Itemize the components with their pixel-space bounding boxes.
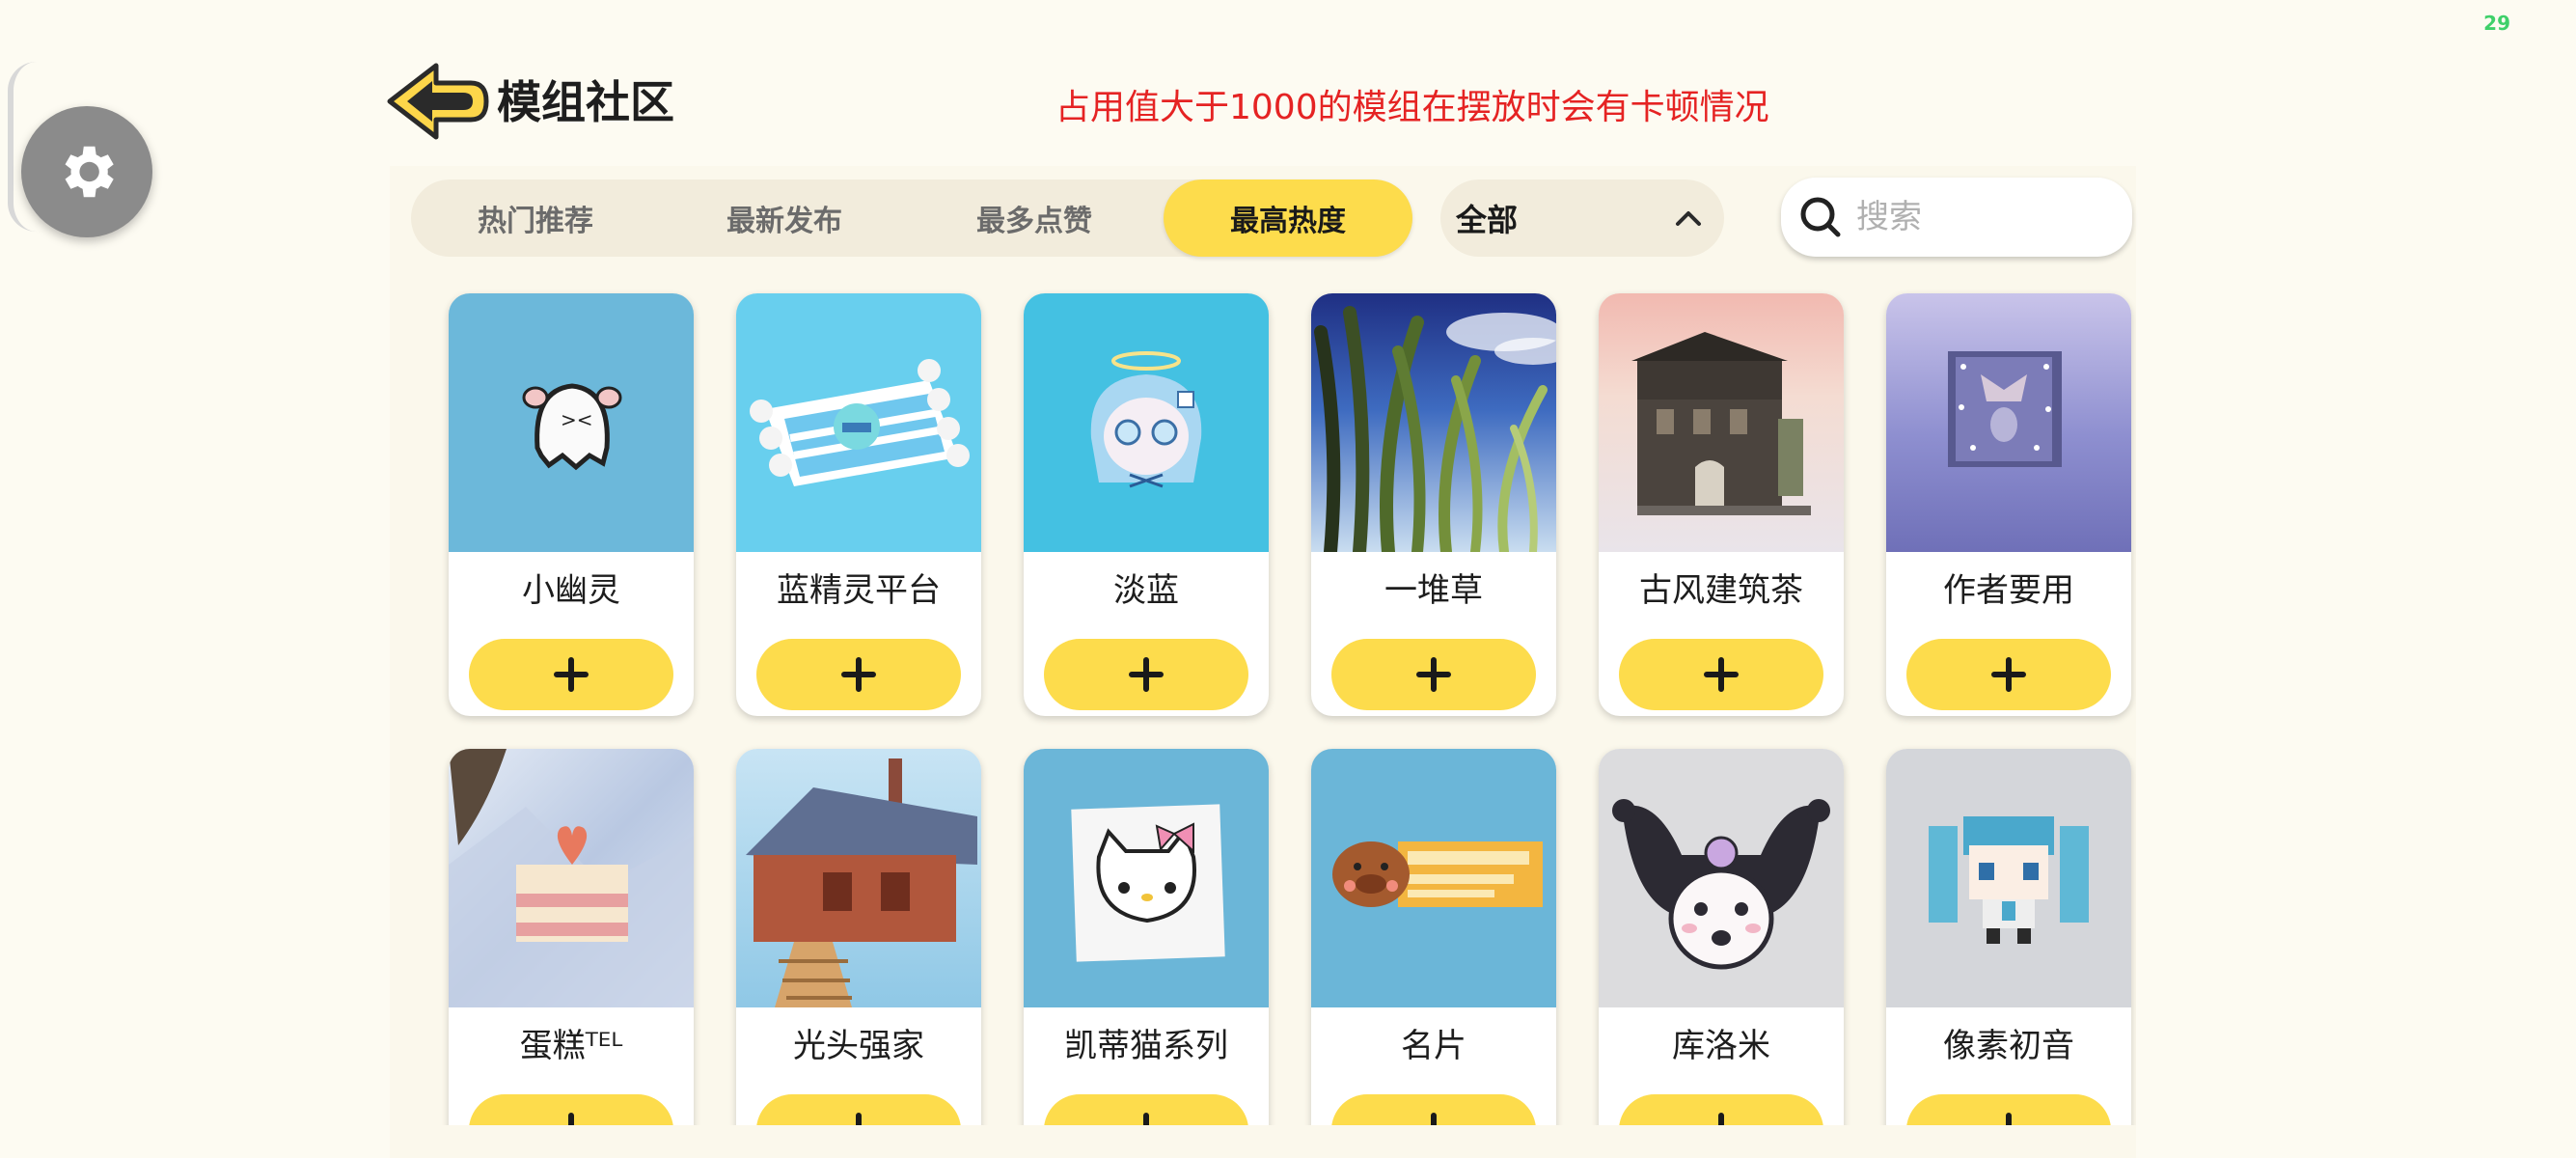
tab-highest-heat[interactable]: 最高热度 bbox=[1164, 179, 1412, 257]
fps-counter: 29 bbox=[2483, 12, 2510, 35]
mod-name: 小幽灵 bbox=[522, 570, 620, 610]
mod-card[interactable]: 名片 bbox=[1311, 749, 1556, 1125]
tab-hot-recommend[interactable]: 热门推荐 bbox=[411, 179, 660, 257]
add-mod-button[interactable] bbox=[1619, 1094, 1823, 1125]
plus-icon bbox=[1991, 657, 2026, 692]
add-mod-button[interactable] bbox=[469, 639, 673, 710]
lag-warning-notice: 占用值大于1000的模组在摆放时会有卡顿情况 bbox=[1055, 88, 1769, 127]
search-icon bbox=[1800, 197, 1841, 237]
add-mod-button[interactable] bbox=[1331, 639, 1536, 710]
add-mod-button[interactable] bbox=[1331, 1094, 1536, 1125]
mod-name: 光头强家 bbox=[793, 1026, 924, 1065]
chevron-up-icon bbox=[1676, 211, 1701, 226]
svg-text:><: >< bbox=[561, 408, 593, 431]
plus-icon bbox=[1143, 1113, 1149, 1125]
mod-name: 一堆草 bbox=[1384, 570, 1483, 610]
plus-icon bbox=[2006, 1113, 2012, 1125]
mod-card[interactable]: 光头强家 bbox=[736, 749, 981, 1125]
sort-tabs: 热门推荐 最新发布 最多点赞 最高热度 bbox=[411, 179, 1412, 257]
add-mod-button[interactable] bbox=[1044, 639, 1248, 710]
add-mod-button[interactable] bbox=[1906, 639, 2111, 710]
hello-kitty-thumbnail bbox=[1024, 749, 1269, 1007]
kuromi-thumbnail bbox=[1599, 749, 1844, 1007]
tab-latest[interactable]: 最新发布 bbox=[660, 179, 909, 257]
mod-grid: >< 小幽灵 蓝精灵平台 淡蓝 一堆草 古风建筑茶 作者要用 蛋糕ᵀᴱᴸ 光头强… bbox=[449, 293, 2131, 1125]
mod-name: 蓝精灵平台 bbox=[777, 570, 941, 610]
mod-name: 作者要用 bbox=[1943, 570, 2074, 610]
search-box[interactable] bbox=[1781, 178, 2132, 257]
add-mod-button[interactable] bbox=[1906, 1094, 2111, 1125]
mod-name: 淡蓝 bbox=[1113, 570, 1179, 610]
plus-icon bbox=[1718, 1113, 1724, 1125]
mod-card[interactable]: 蛋糕ᵀᴱᴸ bbox=[449, 749, 694, 1125]
category-filter-dropdown[interactable]: 全部 bbox=[1440, 179, 1724, 257]
tab-most-liked[interactable]: 最多点赞 bbox=[910, 179, 1159, 257]
ghost-thumbnail: >< bbox=[449, 293, 694, 552]
mod-name: 库洛米 bbox=[1672, 1026, 1770, 1065]
add-mod-button[interactable] bbox=[756, 639, 961, 710]
plus-icon bbox=[841, 657, 876, 692]
plus-icon bbox=[1129, 657, 1164, 692]
mod-name: 像素初音 bbox=[1943, 1026, 2074, 1065]
plus-icon bbox=[554, 657, 589, 692]
mod-card[interactable]: 库洛米 bbox=[1599, 749, 1844, 1125]
cake-thumbnail bbox=[449, 749, 694, 1007]
search-input[interactable] bbox=[1854, 197, 2099, 237]
plus-icon bbox=[1416, 657, 1451, 692]
mod-card[interactable]: 蓝精灵平台 bbox=[736, 293, 981, 716]
frame-thumbnail bbox=[1886, 293, 2131, 552]
add-mod-button[interactable] bbox=[469, 1094, 673, 1125]
grass-thumbnail bbox=[1311, 293, 1556, 552]
mod-name: 古风建筑茶 bbox=[1639, 570, 1803, 610]
pixel-miku-thumbnail bbox=[1886, 749, 2131, 1007]
mod-card[interactable]: 古风建筑茶 bbox=[1599, 293, 1844, 716]
back-arrow-icon bbox=[387, 63, 489, 140]
mod-card[interactable]: 淡蓝 bbox=[1024, 293, 1269, 716]
platform-thumbnail bbox=[736, 293, 981, 552]
building-thumbnail bbox=[1599, 293, 1844, 552]
house-thumbnail bbox=[736, 749, 981, 1007]
plus-icon bbox=[1431, 1113, 1437, 1125]
mod-card[interactable]: 像素初音 bbox=[1886, 749, 2131, 1125]
back-button[interactable] bbox=[386, 60, 490, 143]
add-mod-button[interactable] bbox=[1619, 639, 1823, 710]
mod-name: 凯蒂猫系列 bbox=[1064, 1026, 1228, 1065]
mod-name: 名片 bbox=[1401, 1026, 1466, 1065]
gear-icon bbox=[65, 146, 114, 198]
blue-girl-thumbnail bbox=[1024, 293, 1269, 552]
plus-icon bbox=[568, 1113, 574, 1125]
mod-grid-viewport[interactable]: >< 小幽灵 蓝精灵平台 淡蓝 一堆草 古风建筑茶 作者要用 蛋糕ᵀᴱᴸ 光头强… bbox=[390, 280, 2136, 1125]
mod-card[interactable]: 作者要用 bbox=[1886, 293, 2131, 716]
plus-icon bbox=[1704, 657, 1739, 692]
settings-button[interactable] bbox=[21, 106, 152, 237]
mod-card[interactable]: >< 小幽灵 bbox=[449, 293, 694, 716]
mod-card[interactable]: 凯蒂猫系列 bbox=[1024, 749, 1269, 1125]
page-title: 模组社区 bbox=[497, 76, 674, 128]
mod-name: 蛋糕ᵀᴱᴸ bbox=[519, 1026, 623, 1065]
mod-card[interactable]: 一堆草 bbox=[1311, 293, 1556, 716]
filter-selected-value: 全部 bbox=[1456, 202, 1519, 238]
add-mod-button[interactable] bbox=[1044, 1094, 1248, 1125]
business-card-thumbnail bbox=[1311, 749, 1556, 1007]
add-mod-button[interactable] bbox=[756, 1094, 961, 1125]
plus-icon bbox=[856, 1113, 862, 1125]
